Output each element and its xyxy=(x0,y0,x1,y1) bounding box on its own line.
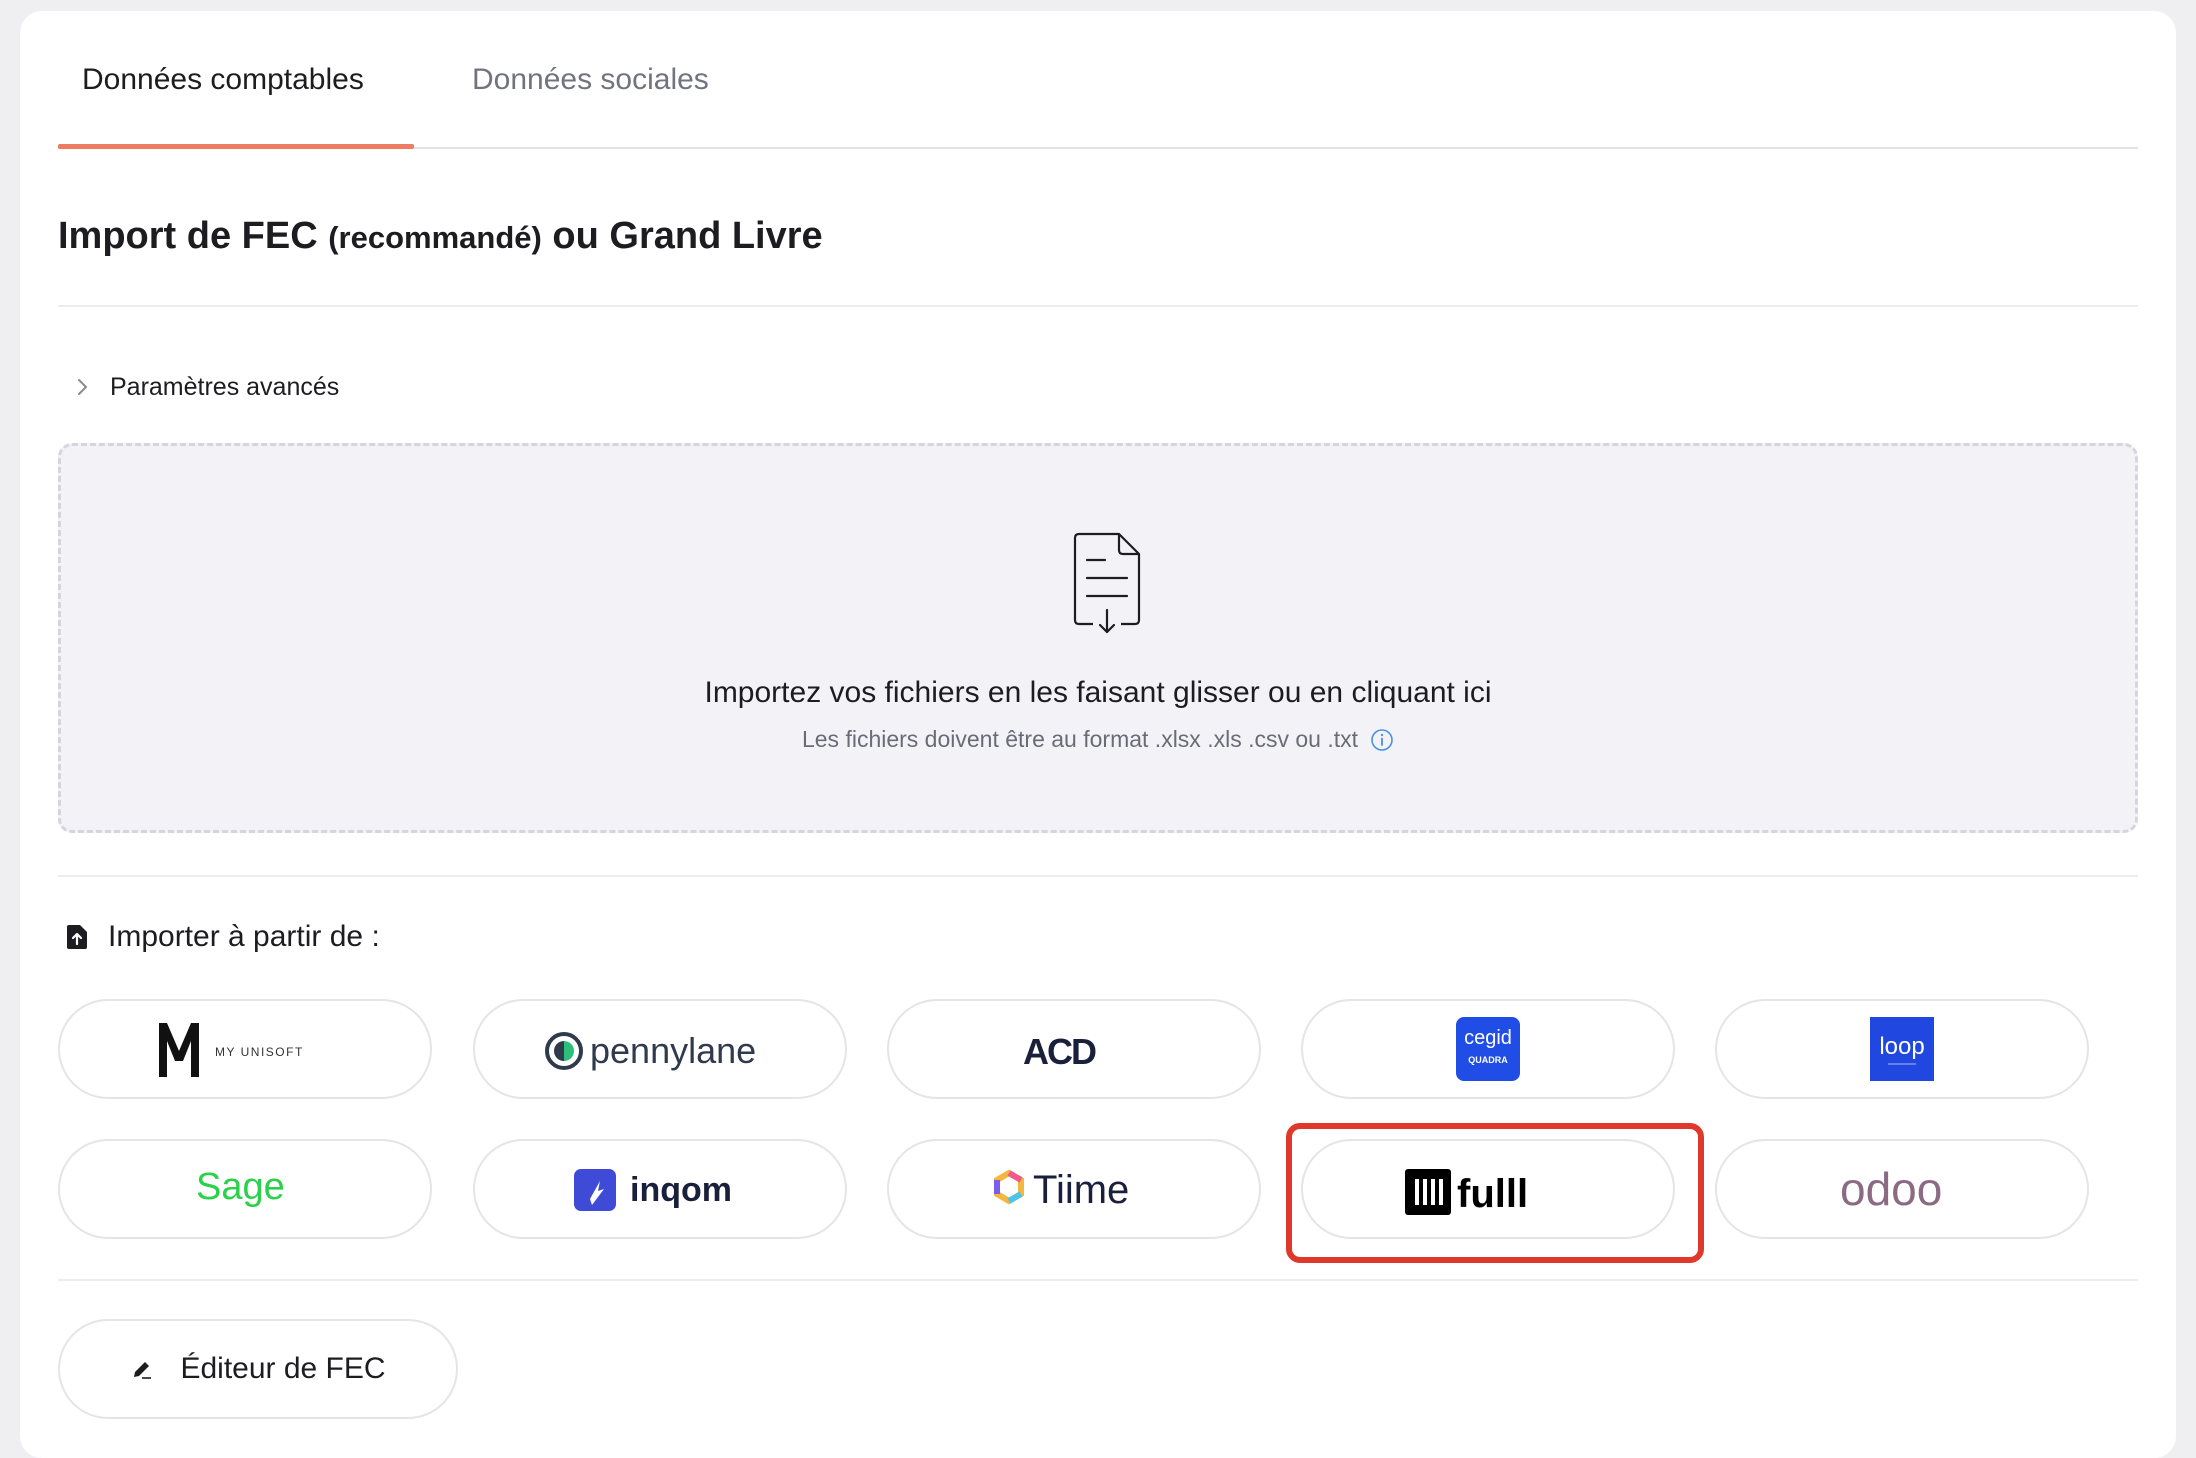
pennylane-logo: pennylane xyxy=(545,1030,756,1071)
integration-tiime[interactable]: Tiime xyxy=(887,1139,1261,1239)
format-hint-text: Les fichiers doivent être au format .xls… xyxy=(801,726,1359,752)
advanced-settings-toggle[interactable]: Paramètres avancés xyxy=(68,367,339,407)
dropzone-instruction: Importez vos fichiers en les faisant gli… xyxy=(704,676,1492,709)
fulll-logo: fulll xyxy=(1405,1169,1528,1216)
tiime-logo: Tiime xyxy=(994,1168,1129,1212)
tab-donnees-sociales[interactable]: Données sociales xyxy=(472,11,709,149)
title-end: ou Grand Livre xyxy=(541,215,823,257)
svg-text:Sage: Sage xyxy=(196,1166,285,1208)
pencil-icon xyxy=(134,1362,152,1379)
divider xyxy=(58,305,2138,307)
fec-editor-label: Éditeur de FEC xyxy=(180,1352,386,1385)
info-icon[interactable] xyxy=(1370,728,1394,752)
integration-inqom[interactable]: inqom xyxy=(473,1139,847,1239)
integration-cegid-quadra[interactable]: cegid QUADRA xyxy=(1301,999,1675,1099)
tab-label: Données comptables xyxy=(82,63,364,96)
advanced-settings-label: Paramètres avancés xyxy=(110,372,340,401)
acd-logo: ACD xyxy=(1023,1031,1098,1072)
sage-logo: Sage xyxy=(196,1166,285,1208)
svg-text:odoo: odoo xyxy=(1840,1163,1942,1215)
svg-text:Tiime: Tiime xyxy=(1033,1168,1129,1212)
fec-editor-button[interactable]: Éditeur de FEC xyxy=(58,1319,458,1419)
divider xyxy=(58,1279,2138,1281)
integration-acd[interactable]: ACD xyxy=(887,999,1261,1099)
svg-text:loop: loop xyxy=(1879,1033,1924,1060)
tab-bar: Données comptables Données sociales xyxy=(58,11,2138,149)
chevron-right-icon xyxy=(78,379,87,395)
svg-text:MY UNISOFT: MY UNISOFT xyxy=(215,1045,304,1059)
integration-loop[interactable]: loop xyxy=(1715,999,2089,1099)
integration-odoo[interactable]: odoo xyxy=(1715,1139,2089,1239)
tab-label: Données sociales xyxy=(472,63,709,96)
loop-logo: loop xyxy=(1870,1017,1934,1081)
integration-sage[interactable]: Sage xyxy=(58,1139,432,1239)
integration-pennylane[interactable]: pennylane xyxy=(473,999,847,1099)
svg-text:cegid: cegid xyxy=(1464,1027,1512,1049)
file-dropzone[interactable]: Importez vos fichiers en les faisant gli… xyxy=(58,443,2138,833)
svg-text:ACD: ACD xyxy=(1023,1031,1096,1072)
title-main: Import de FEC xyxy=(58,215,329,257)
file-download-icon xyxy=(1073,532,1141,634)
svg-text:inqom: inqom xyxy=(630,1171,732,1209)
myunisoft-logo: MY UNISOFT xyxy=(159,1023,304,1077)
svg-text:pennylane: pennylane xyxy=(590,1030,756,1071)
svg-text:QUADRA: QUADRA xyxy=(1468,1055,1508,1065)
tab-donnees-comptables[interactable]: Données comptables xyxy=(82,11,364,149)
page-title: Import de FEC (recommandé) ou Grand Livr… xyxy=(58,215,823,258)
inqom-logo: inqom xyxy=(574,1169,732,1211)
integration-fulll[interactable]: fulll xyxy=(1301,1139,1675,1239)
import-card: Données comptables Données sociales Impo… xyxy=(20,11,2176,1458)
odoo-logo: odoo xyxy=(1840,1163,1942,1215)
title-paren: (recommandé) xyxy=(328,220,542,255)
integration-myunisoft[interactable]: MY UNISOFT xyxy=(58,999,432,1099)
svg-text:fulll: fulll xyxy=(1457,1172,1528,1216)
file-upload-icon xyxy=(67,925,87,949)
dropzone-format-hint: Les fichiers doivent être au format .xls… xyxy=(61,726,2135,753)
import-from-heading: Importer à partir de : xyxy=(66,917,380,957)
active-tab-underline xyxy=(58,144,414,149)
import-from-label: Importer à partir de : xyxy=(108,920,380,953)
cegid-logo: cegid QUADRA xyxy=(1456,1017,1520,1081)
divider xyxy=(58,875,2138,877)
